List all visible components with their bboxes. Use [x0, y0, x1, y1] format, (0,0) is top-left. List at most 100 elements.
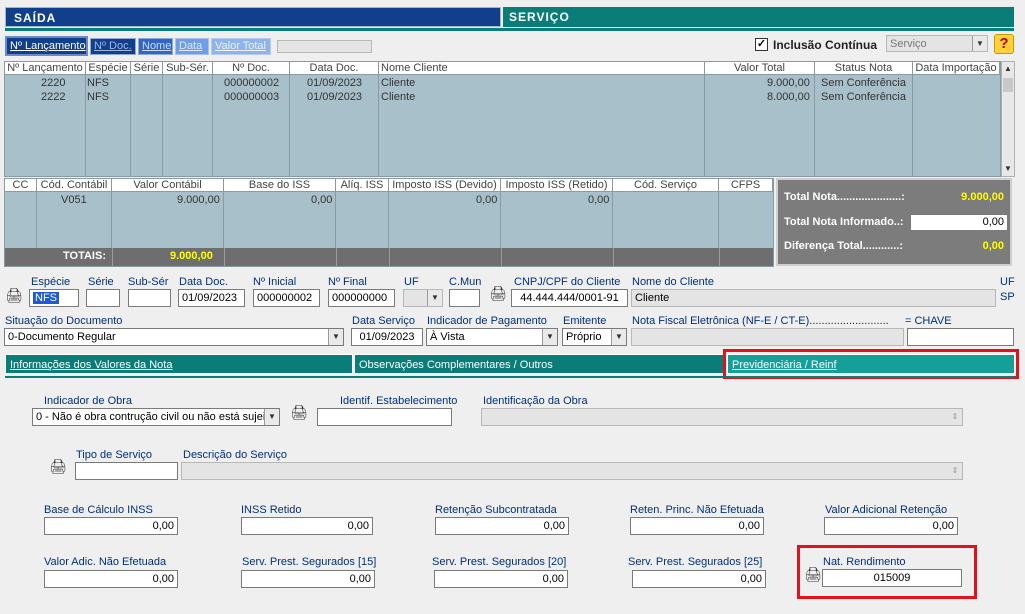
sort-button-doc[interactable]: Nº Doc. — [90, 38, 136, 55]
serie-input[interactable] — [86, 289, 120, 307]
nfe-input[interactable] — [631, 328, 904, 346]
identif-estab-input[interactable] — [317, 408, 452, 426]
settings-printer-icon[interactable]: 🖨 — [290, 404, 308, 420]
chevron-down-icon: ▼ — [427, 290, 442, 306]
header-underline — [5, 28, 1014, 31]
help-icon[interactable]: ? — [994, 34, 1014, 54]
valor-adic-nao-input[interactable]: 0,00 — [44, 570, 178, 588]
launch-grid-col-data[interactable]: Data Doc. — [290, 62, 379, 75]
launch-grid-col-valor[interactable]: Valor Total — [705, 62, 815, 75]
row-base-iss: 0,00 — [311, 194, 333, 206]
chevron-down-icon: ▼ — [328, 329, 343, 345]
chave-input[interactable] — [907, 328, 1014, 346]
retencao-sub-input[interactable]: 0,00 — [435, 517, 569, 535]
chevron-down-icon: ▼ — [972, 36, 987, 51]
emitente-select[interactable]: Próprio ▼ — [562, 328, 627, 346]
serv25-input[interactable]: 0,00 — [632, 570, 766, 588]
table-row[interactable]: 2222 NFS 000000003 01/09/2023 Cliente 8.… — [5, 90, 1000, 104]
tipo-servico-label: Tipo de Serviço — [76, 449, 153, 461]
launch-grid-col-subserie[interactable]: Sub-Sér. — [163, 62, 213, 75]
sort-button-data[interactable]: Data — [175, 38, 209, 55]
printer-icon[interactable]: 🖨 — [5, 287, 23, 303]
nome-cliente-label: Nome do Cliente — [632, 276, 714, 288]
diferenca-value: 0,00 — [982, 240, 1004, 252]
tax-grid-col-cfps[interactable]: CFPS — [719, 179, 773, 192]
situacao-select[interactable]: 0-Documento Regular ▼ — [4, 328, 344, 346]
tax-grid-col-cc[interactable]: CC — [5, 179, 37, 192]
table-row[interactable]: V051 9.000,00 0,00 0,00 0,00 — [5, 193, 773, 207]
launch-grid-col-importacao[interactable]: Data Importação — [913, 62, 1000, 75]
header-servico-title: SERVIÇO — [509, 10, 570, 24]
row-doc: 000000003 — [224, 91, 280, 103]
identificacao-obra-input[interactable]: ⇕ — [481, 408, 963, 426]
valor-adic-ret-input[interactable]: 0,00 — [824, 517, 958, 535]
row-data: 01/09/2023 — [307, 91, 363, 103]
printer-icon[interactable]: 🖨 — [804, 566, 822, 582]
base-calculo-input[interactable]: 0,00 — [44, 517, 178, 535]
nat-rendimento-input[interactable]: 015009 — [822, 569, 962, 587]
tipo-select[interactable]: Serviço ▼ — [886, 35, 988, 52]
emitente-label: Emitente — [563, 315, 607, 327]
row-cliente: Cliente — [381, 91, 416, 103]
tax-grid-col-aliq-iss[interactable]: Alíq. ISS — [336, 179, 389, 192]
serie-label: Série — [88, 276, 114, 288]
row-valor: 8.000,00 — [767, 91, 810, 103]
uf-select[interactable]: ▼ — [403, 289, 443, 307]
tax-grid-col-iss-retido[interactable]: Imposto ISS (Retido) — [501, 179, 613, 192]
tipo-servico-input[interactable] — [75, 462, 178, 480]
indicador-obra-label: Indicador de Obra — [44, 395, 133, 407]
tab-valores-nota[interactable]: Informações dos Valores da Nota — [5, 354, 353, 374]
descricao-servico-input[interactable]: ⇕ — [181, 462, 963, 480]
table-row[interactable]: 2220 NFS 000000002 01/09/2023 Cliente 9.… — [5, 76, 1000, 90]
scroll-down-icon[interactable]: ▼ — [1002, 162, 1014, 176]
cmun-input[interactable] — [449, 289, 480, 307]
data-servico-input[interactable]: 01/09/2023 — [351, 328, 423, 346]
tax-grid-col-valor-contabil[interactable]: Valor Contábil — [112, 179, 224, 192]
spin-icon: ⇕ — [948, 409, 962, 425]
scroll-thumb[interactable] — [1003, 78, 1013, 92]
indicador-pagamento-select[interactable]: À Vista ▼ — [426, 328, 558, 346]
tax-grid-col-base-iss[interactable]: Base do ISS — [224, 179, 336, 192]
launch-grid-col-doc[interactable]: Nº Doc. — [213, 62, 290, 75]
tax-grid-col-cod-contabil[interactable]: Cód. Contábil — [37, 179, 112, 192]
serv20-label: Serv. Prest. Segurados [20] — [432, 556, 567, 568]
printer-icon[interactable]: 🖨 — [489, 285, 507, 301]
data-doc-input[interactable]: 01/09/2023 — [178, 289, 245, 307]
tipo-select-value: Serviço — [890, 38, 927, 50]
total-informado-input[interactable]: 0,00 — [910, 214, 1008, 231]
launch-grid-col-lancamento[interactable]: Nº Lançamento — [5, 62, 86, 75]
subser-input[interactable] — [128, 289, 171, 307]
launch-grid-scrollbar[interactable]: ▲ ▼ — [1001, 61, 1015, 177]
indicador-obra-select[interactable]: 0 - Não é obra contrução civil ou não es… — [32, 408, 280, 426]
n-inicial-input[interactable]: 000000002 — [253, 289, 320, 307]
nome-cliente-input[interactable]: Cliente — [631, 289, 996, 307]
serv15-input[interactable]: 0,00 — [241, 570, 375, 588]
serv20-input[interactable]: 0,00 — [434, 570, 568, 588]
launch-grid-col-serie[interactable]: Série — [131, 62, 163, 75]
situacao-label: Situação do Documento — [5, 315, 123, 327]
sort-button-nome[interactable]: Nome — [138, 38, 173, 55]
reten-princ-input[interactable]: 0,00 — [630, 517, 764, 535]
launch-grid-col-especie[interactable]: Espécie — [86, 62, 131, 75]
inclusao-continua-checkbox[interactable]: ✓ — [755, 38, 768, 51]
especie-label: Espécie — [31, 276, 71, 288]
tax-grid-col-cod-servico[interactable]: Cód. Serviço — [613, 179, 719, 192]
scroll-up-icon[interactable]: ▲ — [1002, 62, 1014, 76]
tax-grid[interactable]: CC Cód. Contábil Valor Contábil Base do … — [4, 178, 774, 267]
printer-icon[interactable]: 🖨 — [49, 458, 67, 474]
especie-input[interactable]: NFS — [29, 289, 79, 307]
tax-grid-col-iss-devido[interactable]: Imposto ISS (Devido) — [389, 179, 501, 192]
totals-summary-panel: Total Nota.....................: 9.000,0… — [776, 178, 1012, 266]
cnpj-label: CNPJ/CPF do Cliente — [514, 276, 621, 288]
tab-observacoes[interactable]: Observações Complementares / Outros — [354, 354, 726, 374]
sort-button-valor-total[interactable]: Valor Total — [211, 38, 271, 55]
sort-button-lancamento[interactable]: Nº Lançamento — [5, 36, 88, 56]
inss-retido-input[interactable]: 0,00 — [241, 517, 373, 535]
row-especie: NFS — [87, 77, 109, 89]
search-input[interactable] — [277, 40, 372, 53]
launch-grid-col-status[interactable]: Status Nota — [815, 62, 913, 75]
cnpj-input[interactable]: 44.444.444/0001-91 — [511, 289, 628, 307]
n-final-input[interactable]: 000000000 — [328, 289, 395, 307]
launch-grid-col-cliente[interactable]: Nome Cliente — [379, 62, 705, 75]
launch-grid[interactable]: Nº Lançamento Espécie Série Sub-Sér. Nº … — [4, 61, 1001, 177]
